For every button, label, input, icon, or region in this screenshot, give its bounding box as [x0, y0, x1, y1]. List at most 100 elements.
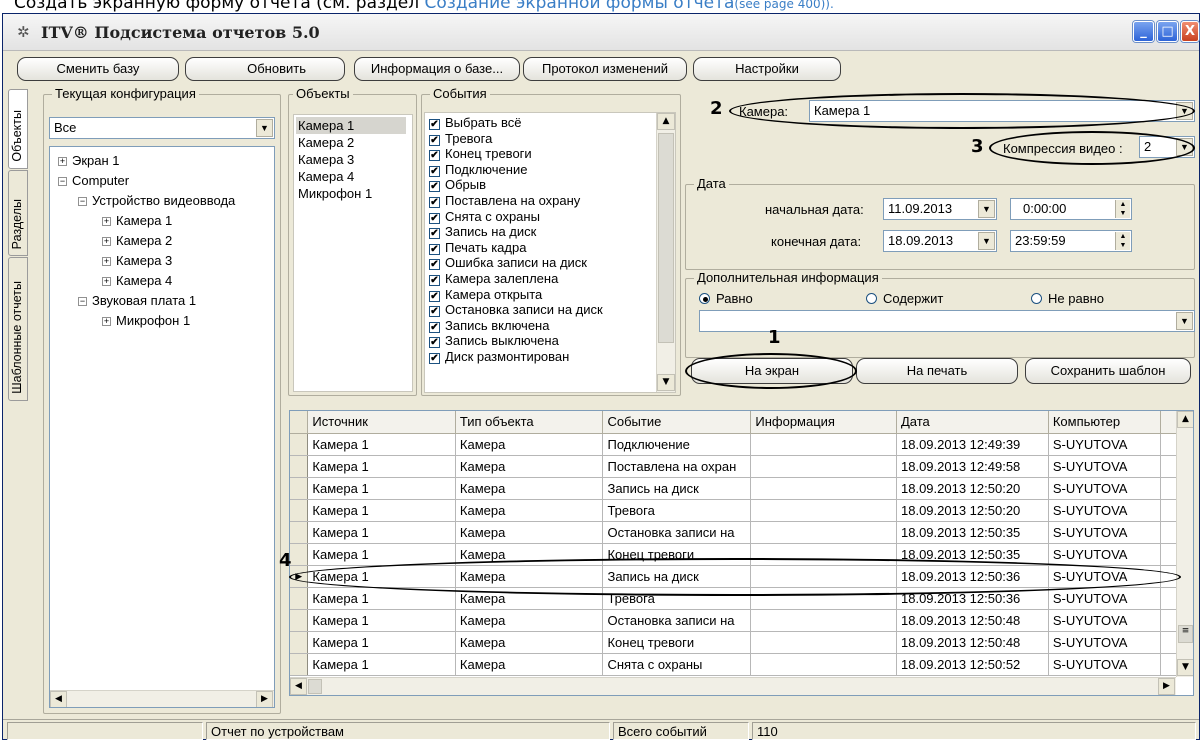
- table-cell[interactable]: Камера: [455, 521, 604, 544]
- table-row[interactable]: Камера 1 Камера Конец тревоги 18.09.2013 12…: [290, 631, 1193, 654]
- row-indicator[interactable]: [290, 609, 309, 632]
- to-print-button[interactable]: На печать: [856, 358, 1018, 384]
- expand-icon[interactable]: +: [58, 157, 67, 166]
- checkbox-checked-icon[interactable]: ✔: [429, 165, 440, 177]
- table-row[interactable]: Камера 1 Камера Подключение 18.09.2013 12:4…: [290, 433, 1193, 456]
- table-cell[interactable]: Камера: [455, 543, 604, 566]
- table-cell[interactable]: 18.09.2013 12:50:36: [896, 565, 1049, 588]
- table-cell[interactable]: Камера 1: [307, 653, 456, 676]
- table-cell[interactable]: Конец тревоги: [602, 543, 752, 566]
- refresh-button[interactable]: Обновить: [185, 57, 345, 81]
- column-header[interactable]: Компьютер: [1048, 411, 1161, 434]
- row-indicator[interactable]: [290, 543, 309, 566]
- caption-link[interactable]: Создание экранной формы отчета: [425, 0, 735, 13]
- tree-item[interactable]: − Устройство видеоввода: [78, 191, 235, 211]
- scroll-left-icon[interactable]: ◀: [290, 678, 307, 695]
- row-indicator[interactable]: [290, 521, 309, 544]
- table-cell[interactable]: Камера 1: [307, 455, 456, 478]
- table-cell[interactable]: Тревога: [602, 587, 752, 610]
- table-cell[interactable]: Камера: [455, 477, 604, 500]
- event-checkbox-item[interactable]: ✔ Поставлена на охрану: [429, 193, 580, 208]
- tab-sections[interactable]: Разделы: [8, 170, 28, 256]
- change-log-button[interactable]: Протокол изменений: [523, 57, 687, 81]
- event-checkbox-item[interactable]: ✔ Снята с охраны: [429, 209, 540, 224]
- table-cell[interactable]: 18.09.2013 12:49:39: [896, 433, 1049, 456]
- chevron-down-icon[interactable]: ▼: [1176, 102, 1193, 120]
- event-checkbox-item[interactable]: ✔ Запись на диск: [429, 224, 536, 240]
- object-item[interactable]: Микрофон 1: [298, 185, 372, 202]
- table-cell[interactable]: Запись на диск: [602, 477, 752, 500]
- table-cell[interactable]: 18.09.2013 12:50:48: [896, 609, 1049, 632]
- table-cell[interactable]: Поставлена на охран: [602, 455, 752, 478]
- column-header[interactable]: Дата: [896, 411, 1049, 434]
- tree-item[interactable]: + Камера 3: [102, 251, 172, 271]
- table-cell[interactable]: [750, 433, 897, 456]
- table-cell[interactable]: Камера: [455, 565, 604, 588]
- event-checkbox-item[interactable]: ✔ Ошибка записи на диск: [429, 255, 587, 271]
- table-row[interactable]: Камера 1 Камера Конец тревоги 18.09.2013 12…: [290, 543, 1193, 566]
- expand-icon[interactable]: +: [102, 317, 111, 326]
- chevron-down-icon[interactable]: ▼: [1176, 312, 1193, 330]
- checkbox-checked-icon[interactable]: ✔: [429, 306, 440, 318]
- config-tree[interactable]: + Экран 1 − Computer − Устройство видеоввод…: [49, 146, 275, 708]
- table-cell[interactable]: 18.09.2013 12:50:36: [896, 587, 1049, 610]
- start-date-picker[interactable]: 11.09.2013 ▼: [883, 198, 997, 220]
- scroll-down-icon[interactable]: ▼: [1177, 659, 1193, 676]
- table-cell[interactable]: Остановка записи на: [602, 609, 752, 632]
- table-cell[interactable]: [750, 499, 897, 522]
- chevron-down-icon[interactable]: ▼: [978, 200, 995, 218]
- checkbox-checked-icon[interactable]: ✔: [429, 228, 440, 240]
- table-cell[interactable]: S-UYUTOVA: [1048, 433, 1161, 456]
- event-checkbox-item[interactable]: ✔ Подключение: [429, 162, 527, 177]
- checkbox-checked-icon[interactable]: ✔: [429, 337, 440, 349]
- collapse-icon[interactable]: −: [78, 197, 87, 206]
- table-cell[interactable]: [750, 521, 897, 544]
- spin-icon[interactable]: ▲ ▼: [1115, 200, 1130, 218]
- table-row[interactable]: Камера 1 Камера Снята с охраны 18.09.2013 1…: [290, 653, 1193, 676]
- table-cell[interactable]: Камера 1: [307, 499, 456, 522]
- table-cell[interactable]: S-UYUTOVA: [1048, 543, 1161, 566]
- tree-item[interactable]: − Звуковая плата 1: [78, 291, 196, 311]
- table-cell[interactable]: Камера 1: [307, 631, 456, 654]
- table-cell[interactable]: Камера: [455, 653, 604, 676]
- row-indicator[interactable]: [290, 631, 309, 654]
- table-cell[interactable]: Камера 1: [307, 587, 456, 610]
- table-cell[interactable]: Тревога: [602, 499, 752, 522]
- tree-item[interactable]: + Камера 1: [102, 211, 172, 231]
- object-item[interactable]: Камера 3: [298, 151, 354, 168]
- table-cell[interactable]: Конец тревоги: [602, 631, 752, 654]
- chevron-down-icon[interactable]: ▼: [978, 232, 995, 250]
- checkbox-checked-icon[interactable]: ✔: [429, 290, 440, 302]
- table-cell[interactable]: S-UYUTOVA: [1048, 477, 1161, 500]
- radio-equal[interactable]: Равно: [699, 291, 753, 306]
- grid-hscroll[interactable]: ◀ ▶: [290, 677, 1176, 695]
- table-cell[interactable]: 18.09.2013 12:49:58: [896, 455, 1049, 478]
- table-cell[interactable]: [750, 455, 897, 478]
- scroll-thumb[interactable]: [308, 679, 322, 694]
- close-button[interactable]: X: [1181, 21, 1199, 42]
- grid-vscroll[interactable]: ▲ ≡ ▼: [1176, 411, 1193, 677]
- table-row[interactable]: Камера 1 Камера Запись на диск 18.09.2013 1…: [290, 477, 1193, 500]
- event-checkbox-item[interactable]: ✔ Печать кадра: [429, 240, 526, 255]
- table-cell[interactable]: 18.09.2013 12:50:20: [896, 477, 1049, 500]
- tree-hscroll[interactable]: ◀ ▶: [50, 690, 274, 707]
- table-row[interactable]: Камера 1 Камера Поставлена на охран 18.09.2…: [290, 455, 1193, 478]
- event-checkbox-item[interactable]: ✔ Камера открыта: [429, 287, 542, 302]
- scroll-up-icon[interactable]: ▲: [1177, 411, 1193, 428]
- radio-contains[interactable]: Содержит: [866, 291, 943, 306]
- row-indicator[interactable]: [290, 433, 309, 456]
- table-row[interactable]: ▶ Камера 1 Камера Запись на диск 18.09.2013 …: [290, 565, 1193, 588]
- settings-button[interactable]: Настройки: [693, 57, 841, 81]
- minimize-button[interactable]: _: [1133, 21, 1154, 42]
- table-cell[interactable]: S-UYUTOVA: [1048, 455, 1161, 478]
- event-checkbox-item[interactable]: ✔ Остановка записи на диск: [429, 302, 603, 318]
- table-cell[interactable]: S-UYUTOVA: [1048, 521, 1161, 544]
- radio-icon[interactable]: [699, 293, 710, 304]
- events-vscroll[interactable]: ▲ ▼: [656, 113, 675, 392]
- event-checkbox-item[interactable]: ✔ Конец тревоги: [429, 146, 532, 162]
- checkbox-checked-icon[interactable]: ✔: [429, 243, 440, 255]
- table-cell[interactable]: Подключение: [602, 433, 752, 456]
- collapse-icon[interactable]: −: [58, 177, 67, 186]
- table-row[interactable]: Камера 1 Камера Остановка записи на 18.09.2…: [290, 609, 1193, 632]
- table-cell[interactable]: Остановка записи на: [602, 521, 752, 544]
